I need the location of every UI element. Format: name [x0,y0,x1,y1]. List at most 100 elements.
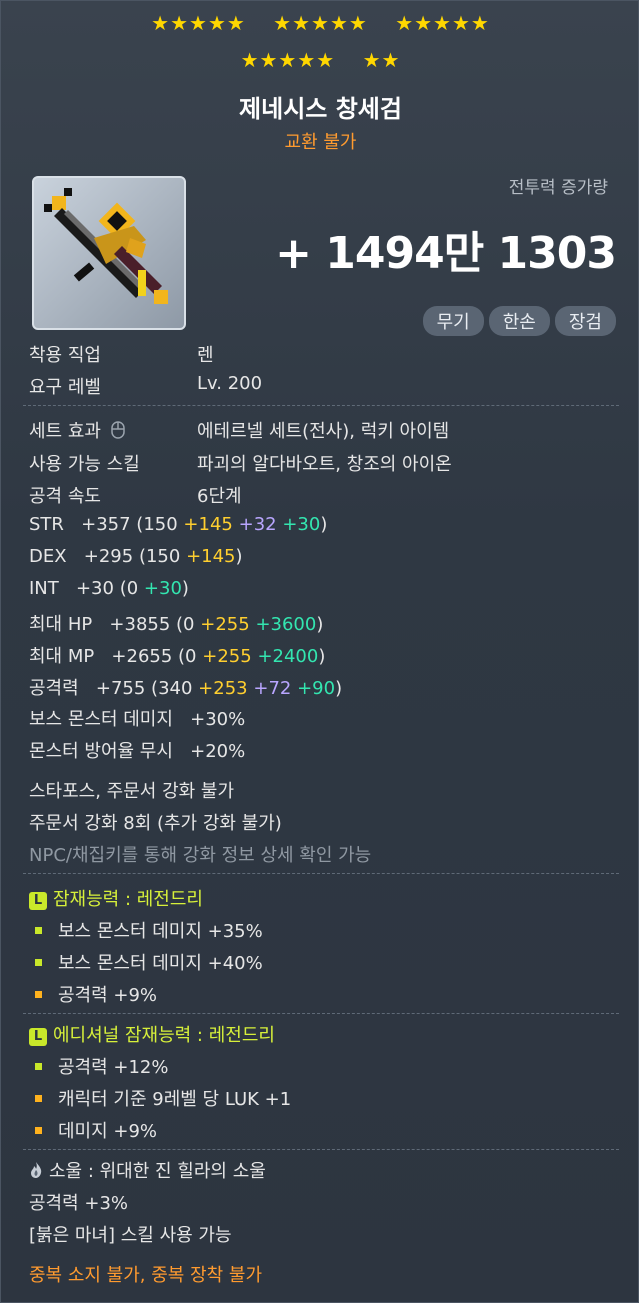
potential-line: 보스 몬스터 데미지 +40% [35,949,263,975]
set-effect-label-text: 세트 효과 [29,421,101,442]
combat-power-value: + 1494만 1303 [275,228,617,279]
stat-row: 최대 HP +3855 (0 +255 +3600) [29,614,324,635]
stat-part: +145 [186,546,236,567]
divider [23,1149,619,1150]
stat-total: +30 [75,578,114,599]
potential-header: L 잠재능력 : 레전드리 [29,885,203,911]
set-effect-value: 에테르넬 세트(전사), 럭키 아이템 [197,421,450,442]
line-text: 보스 몬스터 데미지 +35% [58,921,263,942]
stat-total: +2655 [111,646,173,667]
tradable-status: 교환 불가 [284,132,357,153]
bullet-icon [35,959,42,966]
bullet-icon [35,1095,42,1102]
stat-label: DEX [29,546,67,567]
star-force-row-1: ★★★★★ ★★★★★ ★★★★★ [1,11,639,35]
soul-title: 소울 : 위대한 진 힐라의 소울 [29,1157,266,1183]
stat-part: +255 [202,646,252,667]
potential-title: 잠재능력 : 레전드리 [53,889,203,910]
stat-label: 몬스터 방어율 무시 [29,741,173,762]
additional-line: 데미지 +9% [35,1117,157,1143]
stat-total: +3855 [109,614,171,635]
tag-one-hand: 한손 [488,306,550,336]
stat-label: INT [29,578,59,599]
stat-label: 최대 HP [29,614,93,635]
note-enhance: 스타포스, 주문서 강화 불가 [29,781,235,802]
item-icon-frame [32,176,186,330]
stat-part: +2400 [257,646,319,667]
stat-base: (150 [138,546,181,567]
stat-total: +357 [81,514,131,535]
star-group: ★★ [362,48,401,72]
stat-base: (0 [119,578,139,599]
stat-row: DEX +295 (150 +145) [29,546,243,567]
combat-power-label: 전투력 증가량 [508,178,608,198]
footer-note: 중복 소지 불가, 중복 장착 불가 [29,1265,263,1286]
item-tooltip: ★★★★★ ★★★★★ ★★★★★ ★★★★★ ★★ 제네시스 창세검 교환 불… [0,0,639,1303]
stat-part: +253 [198,678,248,699]
stat-row: INT +30 (0 +30) [29,578,189,599]
set-effect-label: 세트 효과 [29,417,125,443]
tag-weapon: 무기 [422,306,484,336]
stat-part: +32 [238,514,277,535]
legendary-badge: L [29,1028,47,1046]
additional-title: 에디셔널 잠재능력 : 레전드리 [53,1025,275,1046]
stat-part: +72 [253,678,292,699]
boss-damage-stat: 보스 몬스터 데미지 +30% [29,705,245,731]
sword-icon [44,188,168,304]
req-value-job: 렌 [197,345,214,366]
soul-skill: [붉은 마녀] 스킬 사용 가능 [29,1225,232,1246]
additional-line: 공격력 +12% [35,1053,169,1079]
stat-base: (340 [151,678,193,699]
stat-part: +30 [282,514,321,535]
stat-part: +3600 [255,614,317,635]
stat-label: 보스 몬스터 데미지 [29,709,173,730]
stat-value: +30% [190,709,246,730]
attack-speed-label: 공격 속도 [29,486,101,507]
soul-title-text: 소울 : 위대한 진 힐라의 소울 [49,1161,266,1182]
line-text: 캐릭터 기준 9레벨 당 LUK +1 [58,1089,292,1110]
bullet-icon [35,1063,42,1070]
attack-speed-value: 6단계 [197,486,242,507]
stat-base: (150 [136,514,178,535]
stat-part: +145 [183,514,233,535]
star-force-row-2: ★★★★★ ★★ [1,48,639,72]
stat-total: +755 [95,678,146,699]
line-text: 공격력 +9% [58,985,158,1006]
line-text: 보스 몬스터 데미지 +40% [58,953,263,974]
skills-label: 사용 가능 스킬 [29,454,140,475]
stat-label: 최대 MP [29,646,95,667]
ignore-defense-stat: 몬스터 방어율 무시 +20% [29,737,245,763]
item-tags: 무기 한손 장검 [422,306,616,336]
stat-label: STR [29,514,64,535]
stat-label: 공격력 [29,678,79,699]
divider [23,405,619,406]
star-group: ★★★★★ [151,11,246,35]
star-group: ★★★★★ [240,48,336,72]
stat-part: +90 [297,678,336,699]
req-label-level: 요구 레벨 [29,377,101,398]
stat-part: +255 [200,614,250,635]
stat-base: (0 [176,614,195,635]
line-text: 공격력 +12% [58,1057,169,1078]
stat-value: +20% [190,741,246,762]
line-text: 데미지 +9% [58,1121,158,1142]
stat-part: +30 [143,578,182,599]
potential-line: 보스 몬스터 데미지 +35% [35,917,263,943]
bullet-icon [35,991,42,998]
additional-line: 캐릭터 기준 9레벨 당 LUK +1 [35,1085,291,1111]
skills-value: 파괴의 알다바오트, 창조의 아이온 [197,454,452,475]
note-npc: NPC/채집키를 통해 강화 정보 상세 확인 가능 [29,845,372,866]
stat-row: 최대 MP +2655 (0 +255 +2400) [29,646,326,667]
stat-row: 공격력 +755 (340 +253 +72 +90) [29,678,343,699]
soul-stat: 공격력 +3% [29,1193,129,1214]
mouse-icon [110,421,125,439]
req-value-level: Lv. 200 [197,373,263,394]
divider [23,873,619,874]
legendary-badge: L [29,892,47,910]
tag-long-sword: 장검 [554,306,616,336]
stat-total: +295 [83,546,134,567]
bullet-icon [35,927,42,934]
divider [23,1013,619,1014]
stat-base: (0 [178,646,197,667]
bullet-icon [35,1127,42,1134]
